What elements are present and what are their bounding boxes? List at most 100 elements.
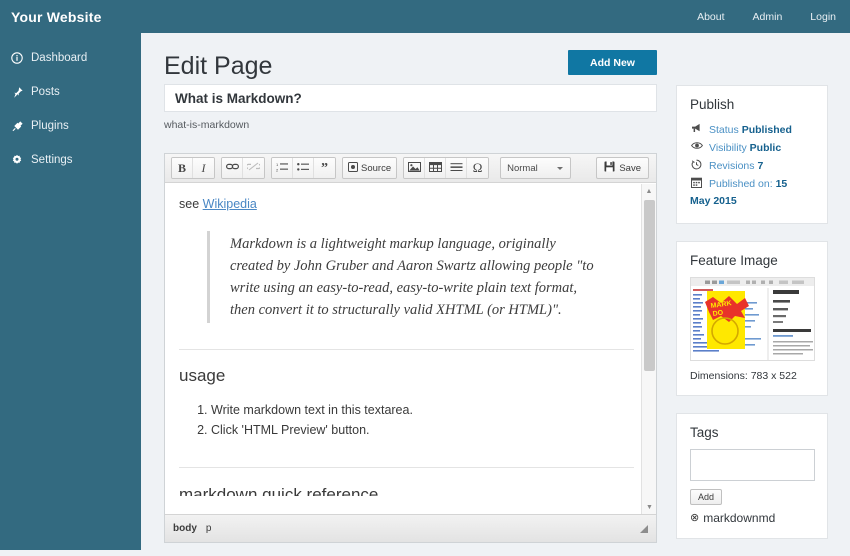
publish-value: Public: [749, 142, 782, 155]
scroll-up-icon[interactable]: ▲: [642, 184, 656, 198]
horizontal-rule-button[interactable]: [446, 158, 468, 178]
insert-image-button[interactable]: [404, 158, 426, 178]
editor-status-bar: body p: [165, 514, 656, 542]
save-button[interactable]: Save: [596, 157, 649, 179]
site-brand[interactable]: Your Website: [0, 9, 102, 25]
image-icon: [407, 161, 421, 175]
status-element-p[interactable]: p: [206, 523, 212, 534]
editor-intro-line: see Wikipedia: [179, 197, 634, 211]
editor-blockquote: Markdown is a lightweight markup languag…: [207, 231, 597, 324]
sidebar-item-posts[interactable]: Posts: [0, 75, 141, 109]
pushpin-icon: [11, 86, 28, 99]
publish-row-visibility[interactable]: Visibility Public: [690, 139, 814, 157]
toolbar-group-text: B I: [171, 157, 215, 179]
editor-intro-prefix: see: [179, 197, 203, 211]
omega-icon: Ω: [472, 160, 483, 175]
link-icon: [225, 162, 239, 174]
chevron-down-icon: [557, 167, 564, 170]
top-nav: About Admin Login: [683, 0, 850, 33]
numbered-list-button[interactable]: 12: [272, 158, 293, 178]
publish-row-revisions[interactable]: Revisions 7: [690, 157, 814, 175]
svg-text:2: 2: [276, 167, 279, 172]
sidebar-item-settings[interactable]: Settings: [0, 143, 141, 177]
sidebar-item-label: Settings: [31, 154, 73, 166]
numbered-list-icon: 12: [276, 162, 288, 175]
gear-icon: [11, 154, 28, 166]
toolbar-group-lists: 12 ”: [271, 157, 336, 179]
paragraph-format-value: Normal: [507, 162, 538, 174]
feature-image-thumbnail[interactable]: MARK DO: [690, 276, 815, 361]
bulleted-list-icon: [297, 162, 309, 175]
svg-text:1: 1: [276, 162, 279, 167]
feature-image-preview: MARK DO: [691, 277, 814, 360]
remove-circle-icon[interactable]: ⊗: [690, 511, 699, 524]
tags-heading: Tags: [690, 424, 719, 440]
list-item: Write markdown text in this textarea.: [211, 400, 634, 420]
toolbar-group-insert: Ω: [403, 157, 490, 179]
add-tag-button[interactable]: Add: [690, 488, 723, 505]
plug-icon: [11, 120, 28, 133]
eye-icon: [690, 139, 703, 150]
toolbar-group-source: Source: [342, 157, 398, 179]
top-nav-item-login[interactable]: Login: [796, 0, 850, 33]
revision-clock-icon: [690, 157, 703, 170]
main-content: Edit Page Add New what-is-markdown B I: [141, 33, 850, 550]
paragraph-format-select[interactable]: Normal: [500, 157, 572, 179]
sidebar-panels: Publish Status Published Visibility Publ…: [676, 85, 828, 556]
blockquote-icon: ”: [321, 160, 328, 176]
italic-label: I: [201, 160, 206, 175]
save-label: Save: [619, 162, 641, 174]
rich-text-editor: B I 12 ” Source Ω Normal Save see Wikipe…: [164, 153, 657, 543]
sidebar-item-label: Dashboard: [31, 52, 88, 64]
toolbar-group-link: [221, 157, 265, 179]
add-new-button[interactable]: Add New: [568, 50, 657, 75]
insert-table-button[interactable]: [425, 158, 447, 178]
megaphone-icon: [690, 121, 703, 133]
sidebar-item-dashboard[interactable]: Dashboard: [0, 41, 141, 75]
wikipedia-link[interactable]: Wikipedia: [203, 197, 257, 211]
tag-name: markdownmd: [703, 510, 776, 525]
editor-toolbar: B I 12 ” Source Ω Normal Save: [165, 154, 656, 183]
horizontal-rule-icon: [450, 162, 463, 175]
sidebar-item-label: Posts: [31, 86, 60, 98]
bulleted-list-button[interactable]: [293, 158, 314, 178]
italic-button[interactable]: I: [193, 158, 214, 178]
publish-row-status[interactable]: Status Published: [690, 121, 814, 139]
link-button[interactable]: [222, 158, 243, 178]
publish-label: Visibility: [709, 142, 747, 155]
publish-date-wrap: May 2015: [690, 195, 737, 208]
special-character-button[interactable]: Ω: [467, 158, 489, 178]
publish-label: Revisions: [709, 160, 755, 173]
unlink-button[interactable]: [243, 158, 264, 178]
editor-next-heading: markdown quick reference: [179, 484, 379, 496]
publish-value: 15: [775, 178, 788, 191]
info-circle-icon: [11, 52, 28, 64]
top-bar: Your Website About Admin Login: [0, 0, 850, 33]
scroll-down-icon[interactable]: ▼: [642, 500, 657, 514]
scrollbar-thumb[interactable]: [644, 200, 655, 371]
publish-label: Status: [709, 124, 739, 136]
publish-panel: Publish Status Published Visibility Publ…: [676, 85, 828, 224]
calendar-icon: [690, 175, 703, 189]
blockquote-button[interactable]: ”: [314, 158, 335, 178]
status-element-body[interactable]: body: [173, 523, 197, 534]
publish-row-published-on[interactable]: Published on: 15: [690, 175, 814, 193]
post-title-input[interactable]: [164, 84, 657, 112]
tag-input[interactable]: [690, 448, 815, 481]
sidebar-item-label: Plugins: [31, 120, 69, 132]
editor-usage-heading: usage: [179, 366, 226, 386]
top-nav-item-admin[interactable]: Admin: [739, 0, 797, 33]
bold-button[interactable]: B: [172, 158, 193, 178]
editor-content-area[interactable]: see Wikipedia Markdown is a lightweight …: [165, 183, 656, 514]
sidebar-item-plugins[interactable]: Plugins: [0, 109, 141, 143]
top-nav-item-about[interactable]: About: [683, 0, 738, 33]
list-item: Click 'HTML Preview' button.: [211, 420, 634, 440]
publish-label: Published on:: [709, 178, 773, 191]
editor-usage-list: Write markdown text in this textarea. Cl…: [179, 400, 634, 441]
source-label: Source: [361, 162, 392, 174]
post-slug: what-is-markdown: [164, 119, 250, 131]
tag-list: ⊗ markdownmd: [690, 511, 814, 525]
resize-handle-icon[interactable]: [640, 524, 648, 533]
editor-scrollbar[interactable]: ▲ ▼: [641, 184, 656, 514]
source-button[interactable]: Source: [343, 158, 397, 178]
